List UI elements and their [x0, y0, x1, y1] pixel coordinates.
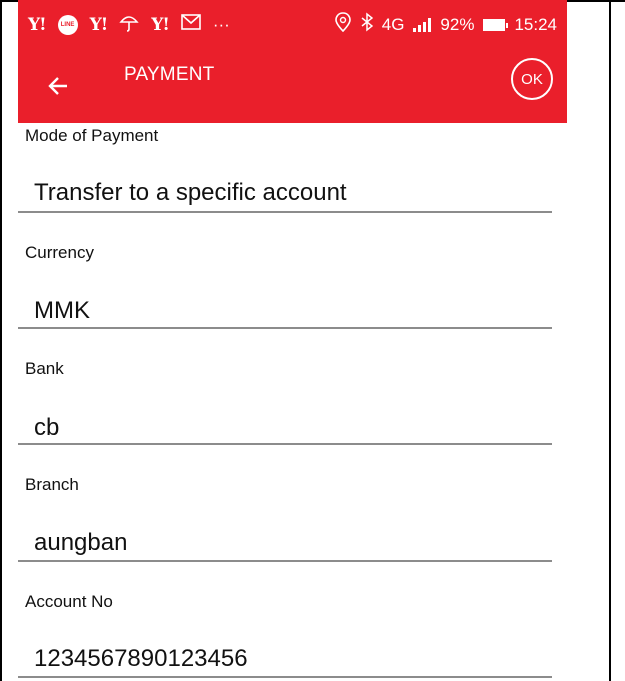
mode-of-payment-underline — [18, 211, 552, 213]
branch-underline — [18, 560, 552, 562]
battery-percent: 92% — [440, 14, 475, 34]
location-icon — [334, 12, 352, 37]
bank-label: Bank — [25, 359, 64, 378]
account-no-underline — [18, 676, 552, 678]
bank-field[interactable]: cb — [34, 414, 59, 442]
mode-of-payment-field[interactable]: Transfer to a specific account — [34, 179, 347, 207]
clock-time: 15:24 — [514, 14, 557, 34]
gmail-icon — [181, 14, 201, 35]
status-bar-system-icons: 4G 92% 15:24 — [334, 12, 557, 37]
branch-field[interactable]: aungban — [34, 529, 127, 557]
signal-strength-icon — [413, 17, 432, 32]
network-type-label: 4G — [381, 14, 405, 34]
account-no-label: Account No — [25, 592, 113, 611]
branch-label: Branch — [25, 475, 79, 494]
page-title: PAYMENT — [124, 64, 215, 85]
yahoo-icon: Y! — [28, 14, 47, 35]
more-notifications-icon: ··· — [212, 14, 230, 34]
umbrella-icon — [119, 12, 139, 37]
app-bar: Y! LINE Y! Y! ··· 4G 92% 15:24 PAYMENT O… — [18, 0, 567, 123]
frame-left-border — [0, 0, 2, 681]
ok-button[interactable]: OK — [511, 58, 553, 100]
currency-label: Currency — [25, 243, 94, 262]
line-app-icon: LINE — [57, 14, 78, 35]
account-no-field[interactable]: 1234567890123456 — [34, 645, 248, 673]
status-bar-notification-icons: Y! LINE Y! Y! ··· — [28, 12, 230, 37]
currency-underline — [18, 327, 552, 329]
bluetooth-icon — [361, 12, 373, 37]
yahoo-icon: Y! — [89, 14, 109, 35]
battery-icon — [483, 18, 509, 31]
yahoo-icon: Y! — [151, 14, 170, 35]
bank-underline — [18, 443, 552, 445]
frame-right-border — [609, 0, 611, 681]
currency-field[interactable]: MMK — [34, 297, 90, 325]
status-bar: Y! LINE Y! Y! ··· 4G 92% 15:24 — [18, 0, 567, 46]
back-button[interactable] — [40, 68, 76, 104]
mode-of-payment-label: Mode of Payment — [25, 126, 159, 145]
arrow-left-icon — [48, 77, 67, 95]
